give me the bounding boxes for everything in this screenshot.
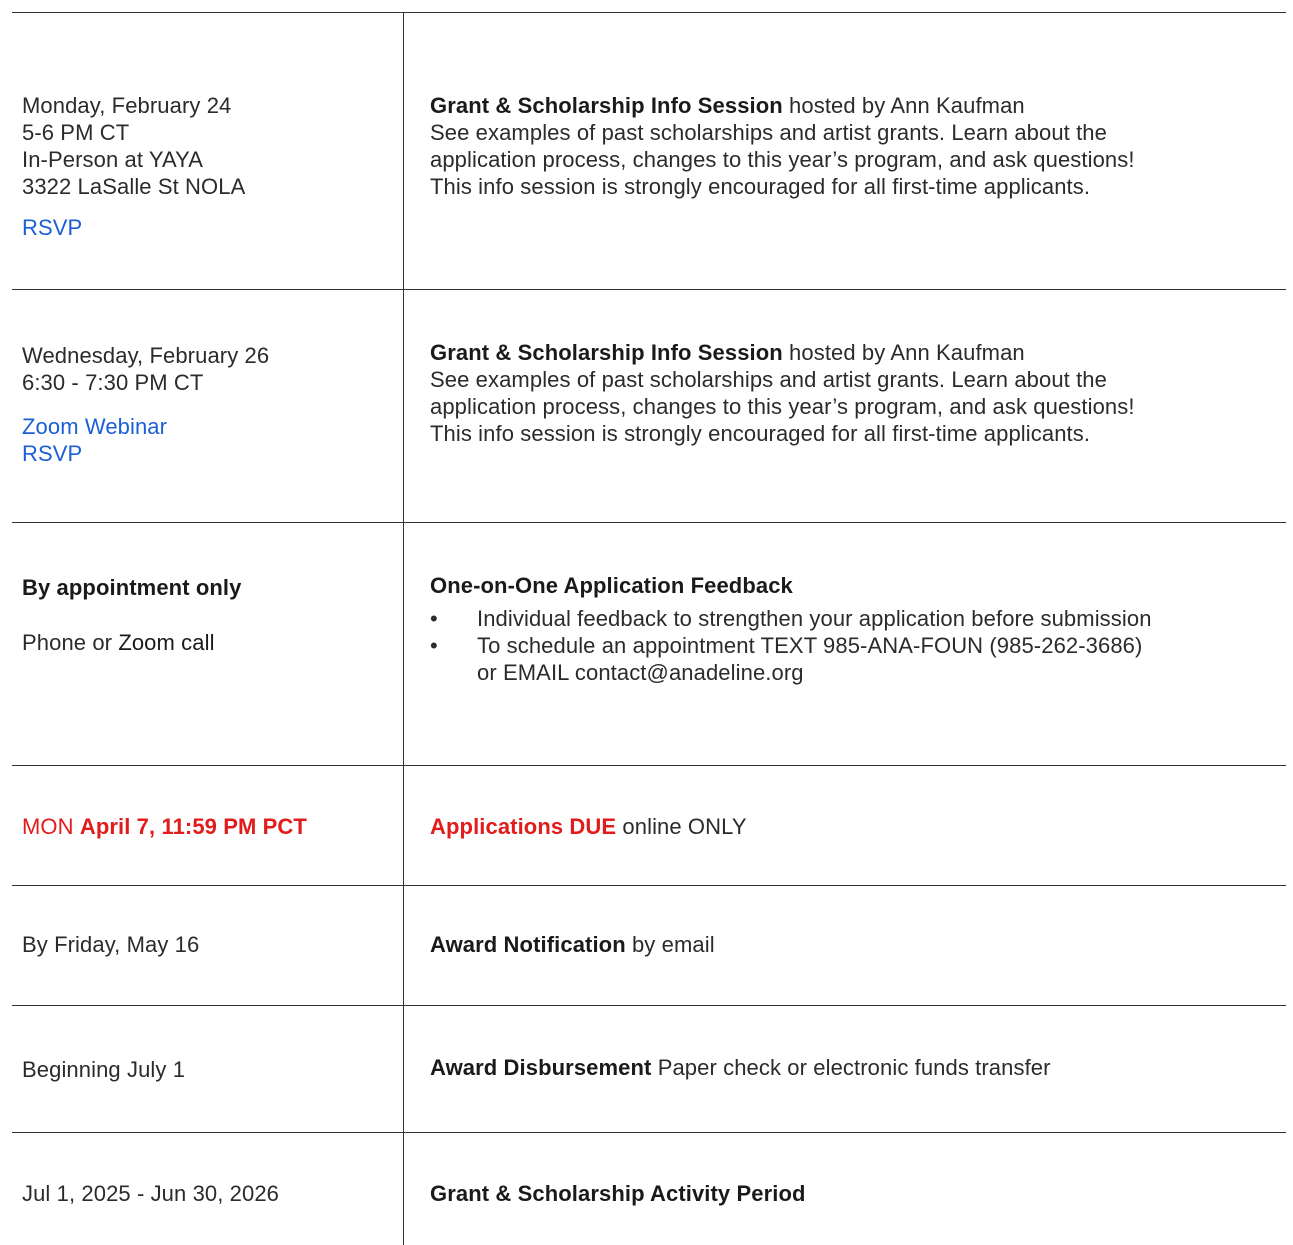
schedule-row-1-what: Grant & Scholarship Info Session hosted … — [430, 92, 1290, 200]
event-host: hosted by Ann Kaufman — [789, 93, 1025, 118]
bullet-icon: • — [430, 606, 438, 631]
list-item: • Individual feedback to strengthen your… — [430, 606, 1152, 631]
event-title: Grant & Scholarship Info Session — [430, 93, 783, 118]
schedule-row-5-what: Award Notification by email — [430, 931, 1290, 958]
event-description-line: application process, changes to this yea… — [430, 394, 1135, 419]
schedule-row-7-what: Grant & Scholarship Activity Period — [430, 1180, 1290, 1207]
event-title: Grant & Scholarship Activity Period — [430, 1181, 806, 1206]
bullet-icon: • — [430, 633, 438, 658]
schedule-row-4-when: MON April 7, 11:59 PM PCT — [22, 813, 392, 840]
schedule-row-3-what: One-on-One Application Feedback • Indivi… — [430, 572, 1290, 686]
schedule-row-3-when: By appointment only Phone or Zoom call — [22, 574, 392, 656]
event-title: Grant & Scholarship Info Session — [430, 340, 783, 365]
rsvp-link[interactable]: RSVP — [22, 440, 392, 467]
event-date: Wednesday, February 26 — [22, 343, 270, 368]
event-location: In-Person at YAYA — [22, 147, 204, 172]
schedule-row-6-what: Award Disbursement Paper check or electr… — [430, 1054, 1290, 1081]
appointment-heading: By appointment only — [22, 575, 242, 600]
event-detail: online ONLY — [622, 814, 747, 839]
schedule-row-4-what: Applications DUE online ONLY — [430, 813, 1290, 840]
row-divider — [12, 289, 1286, 290]
event-title: One-on-One Application Feedback — [430, 573, 793, 598]
row-divider — [12, 1132, 1286, 1133]
zoom-webinar-link[interactable]: Zoom Webinar — [22, 413, 392, 440]
event-time: 5-6 PM CT — [22, 120, 130, 145]
row-divider — [12, 885, 1286, 886]
event-detail: by email — [631, 932, 715, 957]
event-detail: Paper check or electronic funds transfer — [657, 1055, 1051, 1080]
row-divider — [12, 522, 1286, 523]
contact-email: or EMAIL contact@anadeline.org — [477, 660, 804, 685]
feedback-bullets: • Individual feedback to strengthen your… — [430, 605, 1290, 686]
event-title: Award Disbursement — [430, 1055, 652, 1080]
row-divider — [12, 12, 1286, 13]
event-date: Jul 1, 2025 - Jun 30, 2026 — [22, 1181, 280, 1206]
contact-method-zoom: Zoom call — [118, 630, 215, 655]
event-title: Applications DUE — [430, 814, 617, 839]
schedule-row-1-when: Monday, February 24 5-6 PM CT In-Person … — [22, 92, 392, 241]
event-date: Monday, February 24 — [22, 93, 232, 118]
schedule-row-7-when: Jul 1, 2025 - Jun 30, 2026 — [22, 1180, 392, 1207]
event-description-line: See examples of past scholarships and ar… — [430, 367, 1107, 392]
event-date: By Friday, May 16 — [22, 932, 200, 957]
deadline-day: MON — [22, 814, 74, 839]
event-host: hosted by Ann Kaufman — [789, 340, 1025, 365]
row-divider — [12, 1005, 1286, 1006]
event-description-line: application process, changes to this yea… — [430, 147, 1135, 172]
schedule-row-6-when: Beginning July 1 — [22, 1056, 392, 1083]
schedule-row-5-when: By Friday, May 16 — [22, 931, 392, 958]
event-date: Beginning July 1 — [22, 1057, 186, 1082]
schedule-row-2-what: Grant & Scholarship Info Session hosted … — [430, 339, 1290, 447]
list-item: • To schedule an appointment TEXT 985-AN… — [430, 632, 1290, 686]
row-divider — [12, 765, 1286, 766]
event-address: 3322 LaSalle St NOLA — [22, 174, 246, 199]
rsvp-link[interactable]: RSVP — [22, 214, 392, 241]
event-time: 6:30 - 7:30 PM CT — [22, 370, 204, 395]
event-description-line: See examples of past scholarships and ar… — [430, 120, 1107, 145]
contact-method: Phone or — [22, 630, 113, 655]
event-title: Award Notification — [430, 932, 626, 957]
column-divider — [403, 12, 404, 1245]
deadline-date: April 7, 11:59 PM PCT — [79, 814, 307, 839]
schedule-row-2-when: Wednesday, February 26 6:30 - 7:30 PM CT… — [22, 342, 392, 467]
event-description-line: This info session is strongly encouraged… — [430, 421, 1091, 446]
event-description-line: This info session is strongly encouraged… — [430, 174, 1091, 199]
